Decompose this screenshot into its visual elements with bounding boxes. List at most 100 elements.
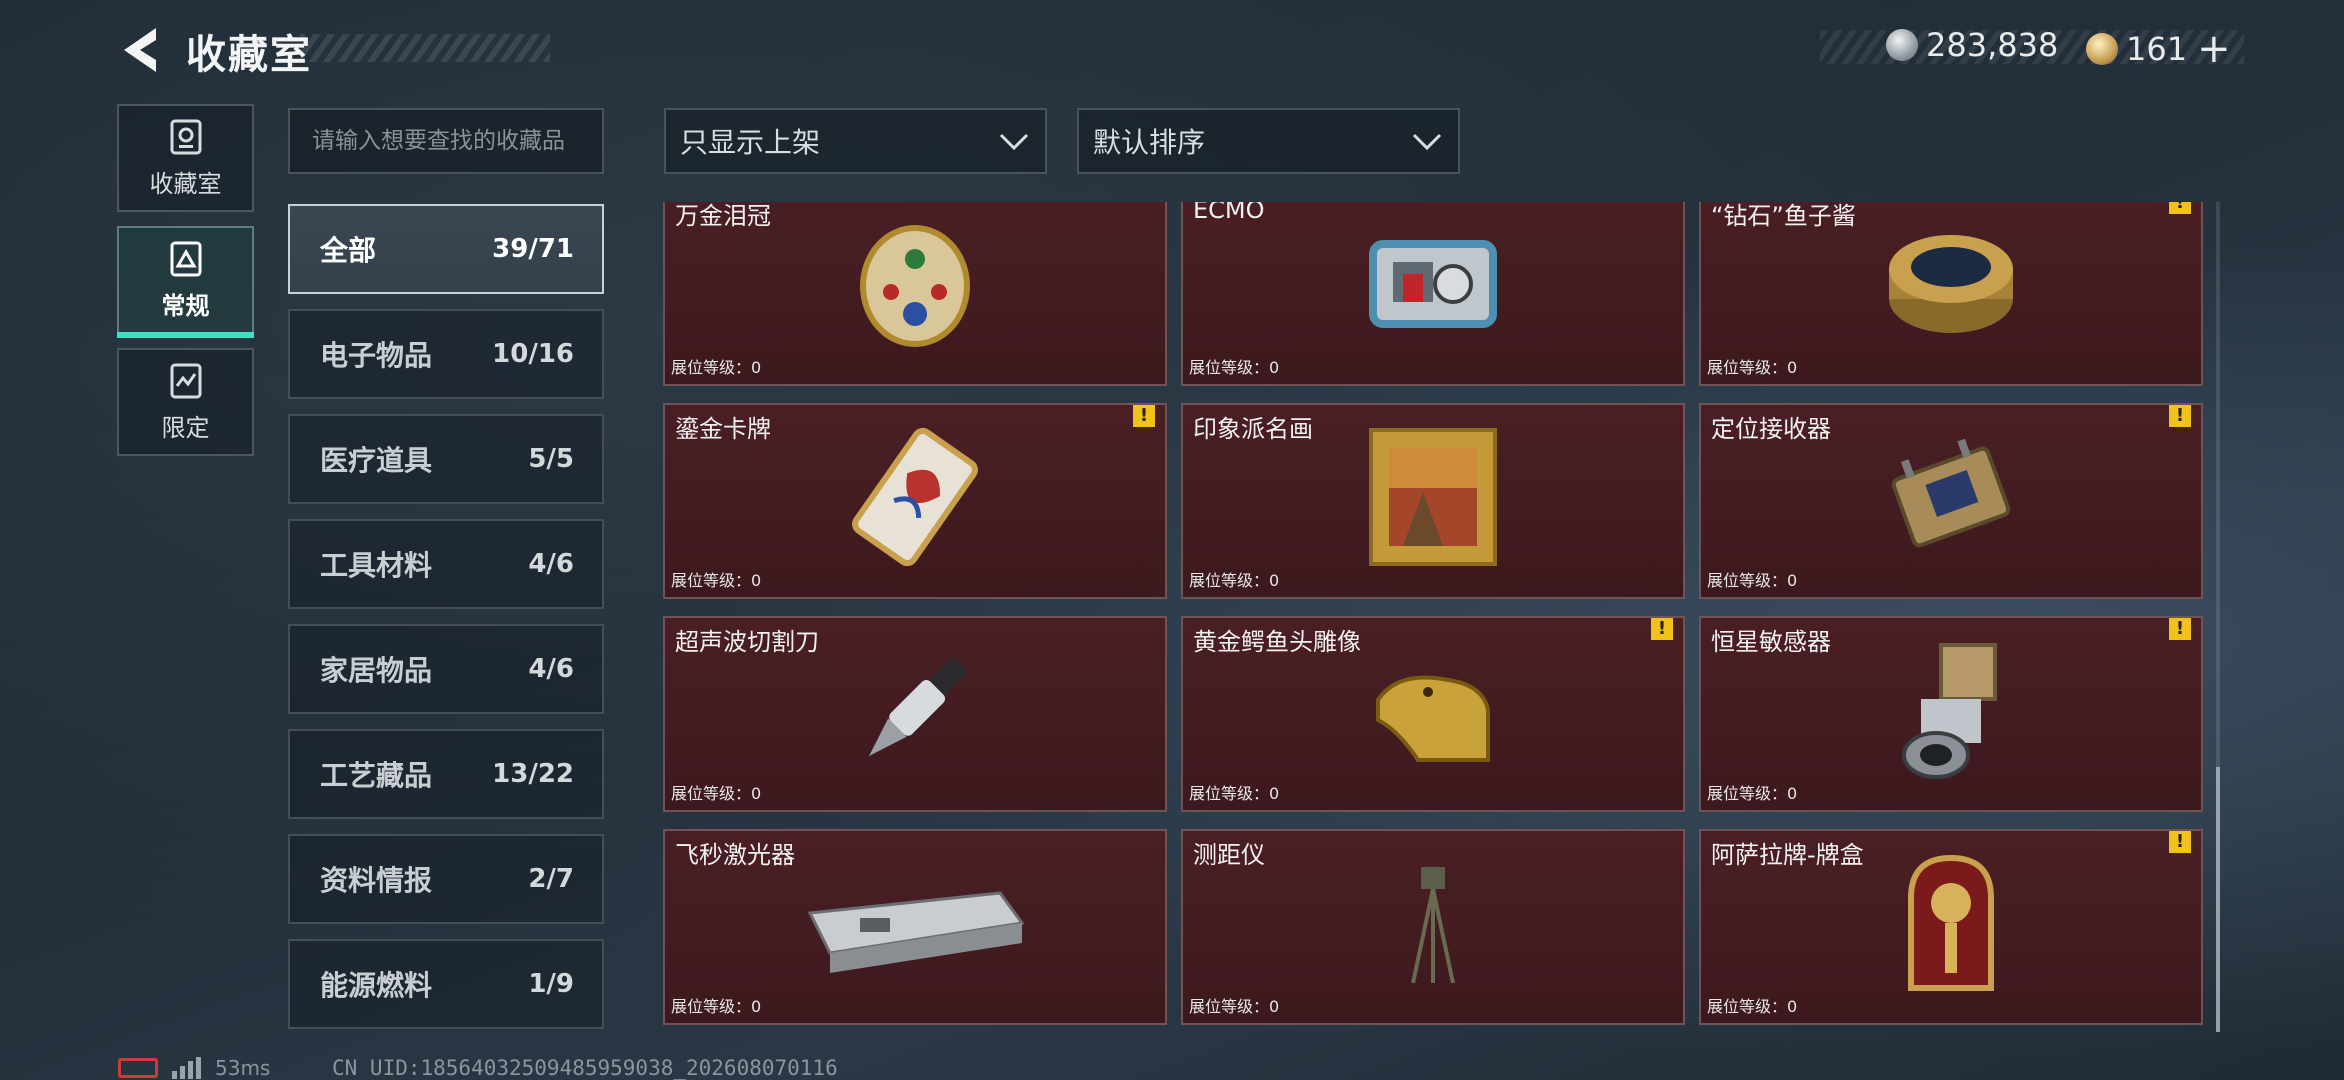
warning-badge: ! [2169, 618, 2191, 640]
card-box-icon [1908, 855, 1994, 992]
user-uid: CN UID:18564032509485959038_202608070116 [332, 1056, 838, 1080]
collection-grid: 万金泪冠 展位等级：0 ECMO 展位等级：0 “钻石”鱼子酱 展位等级：0 ! [662, 202, 2206, 1032]
shelf-filter-dropdown[interactable]: 只显示上架 [664, 108, 1047, 174]
tab-collection-room[interactable]: 收藏室 [117, 104, 254, 212]
item-level: 展位等级：0 [671, 784, 762, 803]
regular-icon [170, 241, 201, 276]
category-household[interactable]: 家居物品 4/6 [288, 624, 604, 714]
warning-badge: ! [2169, 831, 2191, 853]
category-all[interactable]: 全部 39/71 [288, 204, 604, 294]
scrollbar-thumb[interactable] [2216, 767, 2220, 1032]
category-name: 全部 [320, 234, 377, 267]
item-name: 恒星敏感器 [1711, 628, 1831, 656]
category-crafts[interactable]: 工艺藏品 13/22 [288, 729, 604, 819]
ecmo-machine-icon [1369, 240, 1497, 329]
category-count: 2/7 [528, 864, 574, 894]
item-level: 展位等级：0 [1707, 571, 1798, 590]
category-name: 工具材料 [320, 549, 433, 582]
item-name: 阿萨拉牌-牌盒 [1711, 841, 1864, 869]
category-intel[interactable]: 资料情报 2/7 [288, 834, 604, 924]
add-currency-button[interactable]: + [2197, 26, 2231, 72]
tab-limited-label: 限定 [161, 413, 210, 442]
signal-icon [172, 1057, 201, 1079]
tab-limited[interactable]: 限定 [117, 348, 254, 456]
category-name: 医疗道具 [320, 444, 433, 477]
collection-card[interactable]: “钻石”鱼子酱 展位等级：0 ! [1699, 202, 2203, 386]
collection-card[interactable]: 飞秒激光器 展位等级：0 [663, 829, 1167, 1025]
golden-crocodile-statue-icon [1376, 675, 1490, 763]
back-arrow-icon [124, 28, 156, 72]
item-name: 印象派名画 [1193, 415, 1313, 443]
category-count: 5/5 [528, 444, 574, 474]
back-button[interactable] [112, 22, 172, 78]
grid-scrollbar[interactable] [2216, 202, 2220, 1032]
search-input[interactable] [288, 108, 604, 174]
collection-card[interactable]: 测距仪 展位等级：0 [1181, 829, 1685, 1025]
rangefinder-tripod-icon [1411, 867, 1455, 984]
collection-card[interactable]: 恒星敏感器 展位等级：0 ! [1699, 616, 2203, 812]
collection-card[interactable]: 阿萨拉牌-牌盒 展位等级：0 ! [1699, 829, 2203, 1025]
category-count: 13/22 [492, 759, 574, 789]
item-name: 黄金鳄鱼头雕像 [1193, 628, 1361, 656]
category-name: 家居物品 [320, 654, 433, 687]
category-name: 电子物品 [320, 339, 433, 372]
item-level: 展位等级：0 [1189, 358, 1280, 377]
caviar-tin-icon [1889, 235, 2013, 334]
sort-value: 默认排序 [1093, 126, 1206, 159]
silver-currency-value: 283,838 [1926, 26, 2059, 64]
warning-badge: ! [1651, 618, 1673, 640]
gold-currency[interactable]: 161 + [2086, 26, 2231, 72]
femtosecond-laser-icon [807, 891, 1025, 974]
ping-value: 53ms [215, 1056, 271, 1080]
silver-coin-icon [1886, 29, 1918, 61]
tab-regular[interactable]: 常规 [117, 226, 254, 338]
shelf-filter-value: 只显示上架 [680, 126, 821, 159]
item-name: 超声波切割刀 [675, 628, 819, 656]
chevron-down-icon [1412, 133, 1442, 151]
item-level: 展位等级：0 [671, 571, 762, 590]
item-level: 展位等级：0 [671, 358, 762, 377]
category-medical[interactable]: 医疗道具 5/5 [288, 414, 604, 504]
collection-card[interactable]: ECMO 展位等级：0 [1181, 202, 1685, 386]
category-count: 1/9 [528, 969, 574, 999]
item-level: 展位等级：0 [671, 997, 762, 1016]
collection-card[interactable]: 定位接收器 展位等级：0 ! [1699, 403, 2203, 599]
page-title: 收藏室 [186, 32, 312, 78]
item-name: “钻石”鱼子酱 [1711, 202, 1856, 230]
item-level: 展位等级：0 [1707, 784, 1798, 803]
gilded-card-icon [852, 428, 978, 567]
jeweled-egg-icon [860, 225, 970, 348]
battery-icon [118, 1058, 158, 1078]
positioning-receiver-icon [1891, 438, 2011, 548]
category-energy[interactable]: 能源燃料 1/9 [288, 939, 604, 1029]
gold-token-icon [2086, 33, 2118, 65]
category-electronics[interactable]: 电子物品 10/16 [288, 309, 604, 399]
warning-badge: ! [1133, 405, 1155, 427]
category-count: 4/6 [528, 654, 574, 684]
collection-card[interactable]: 超声波切割刀 展位等级：0 [663, 616, 1167, 812]
warning-badge: ! [2169, 405, 2191, 427]
category-name: 能源燃料 [320, 969, 433, 1002]
item-name: 飞秒激光器 [675, 841, 795, 869]
category-tools[interactable]: 工具材料 4/6 [288, 519, 604, 609]
collection-card[interactable]: 鎏金卡牌 展位等级：0 ! [663, 403, 1167, 599]
status-footer: 53ms [118, 1056, 270, 1080]
tab-regular-label: 常规 [161, 291, 210, 320]
chevron-down-icon [999, 133, 1029, 151]
category-count: 4/6 [528, 549, 574, 579]
item-level: 展位等级：0 [1189, 784, 1280, 803]
title-decoration [300, 34, 550, 62]
category-name: 工艺藏品 [320, 759, 433, 792]
sort-dropdown[interactable]: 默认排序 [1077, 108, 1460, 174]
limited-icon [170, 363, 201, 398]
framed-painting-icon [1369, 428, 1497, 567]
collection-card[interactable]: 黄金鳄鱼头雕像 展位等级：0 ! [1181, 616, 1685, 812]
item-name: 测距仪 [1193, 841, 1265, 869]
collection-card[interactable]: 万金泪冠 展位等级：0 [663, 202, 1167, 386]
gold-currency-value: 161 [2126, 30, 2188, 68]
silver-currency: 283,838 [1886, 26, 2058, 64]
category-name: 资料情报 [320, 864, 433, 897]
category-count: 10/16 [492, 339, 574, 369]
item-level: 展位等级：0 [1707, 997, 1798, 1016]
collection-card[interactable]: 印象派名画 展位等级：0 [1181, 403, 1685, 599]
